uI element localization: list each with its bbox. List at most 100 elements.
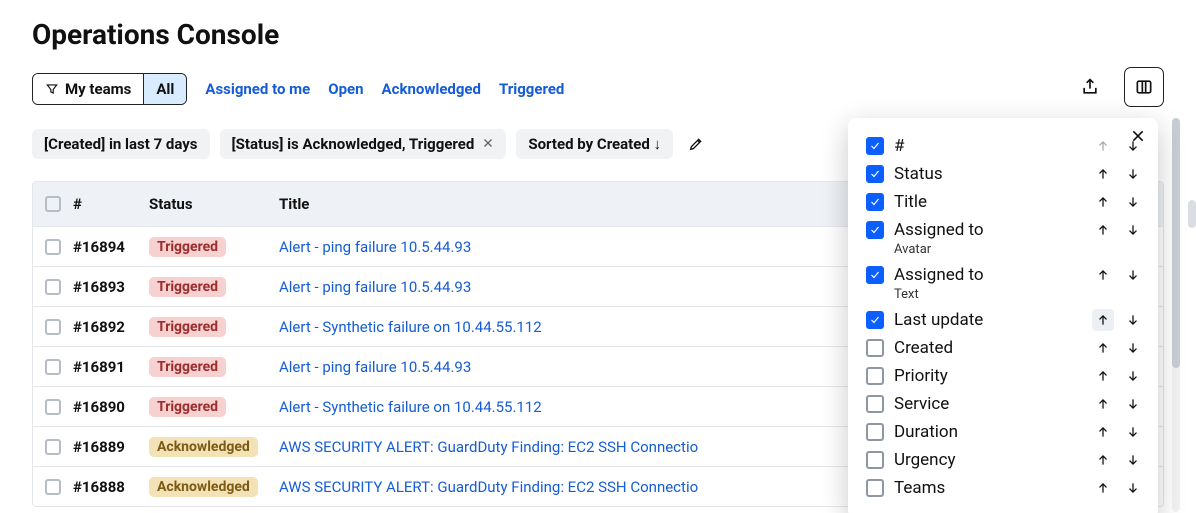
arrow-up-icon bbox=[1096, 195, 1110, 209]
move-up-button[interactable] bbox=[1092, 309, 1114, 331]
column-config-item: Created bbox=[866, 334, 1144, 362]
column-toggle-checkbox[interactable] bbox=[866, 339, 884, 357]
column-toggle-checkbox[interactable] bbox=[866, 395, 884, 413]
move-up-button[interactable] bbox=[1092, 365, 1114, 387]
header-num[interactable]: # bbox=[73, 195, 149, 213]
column-reorder-controls bbox=[1092, 191, 1144, 213]
filter-assigned-to-me[interactable]: Assigned to me bbox=[205, 80, 310, 98]
column-label: Created bbox=[894, 338, 1092, 358]
column-toggle-checkbox[interactable] bbox=[866, 367, 884, 385]
move-up-button[interactable] bbox=[1092, 337, 1114, 359]
arrow-down-icon bbox=[1126, 223, 1140, 237]
column-label: Title bbox=[894, 192, 1092, 212]
move-down-button[interactable] bbox=[1122, 309, 1144, 331]
column-toggle-checkbox[interactable] bbox=[866, 479, 884, 497]
arrow-down-icon bbox=[1126, 341, 1140, 355]
column-reorder-controls bbox=[1092, 365, 1144, 387]
check-icon bbox=[869, 168, 881, 180]
row-checkbox[interactable] bbox=[45, 359, 61, 375]
column-label: Last update bbox=[894, 310, 1092, 330]
arrow-up-icon bbox=[1096, 341, 1110, 355]
move-down-button[interactable] bbox=[1122, 337, 1144, 359]
status-badge: Triggered bbox=[149, 357, 226, 377]
move-down-button[interactable] bbox=[1122, 163, 1144, 185]
column-toggle-checkbox[interactable] bbox=[866, 165, 884, 183]
row-number: #16893 bbox=[73, 278, 149, 296]
arrow-up-icon bbox=[1096, 223, 1110, 237]
select-all-checkbox[interactable] bbox=[45, 196, 61, 212]
move-down-button[interactable] bbox=[1122, 477, 1144, 499]
move-down-button[interactable] bbox=[1122, 264, 1144, 286]
move-down-button[interactable] bbox=[1122, 191, 1144, 213]
move-up-button[interactable] bbox=[1092, 191, 1114, 213]
share-button[interactable] bbox=[1070, 67, 1110, 107]
incident-title-link[interactable]: AWS SECURITY ALERT: GuardDuty Finding: E… bbox=[279, 438, 698, 456]
scrollbar-thumb[interactable] bbox=[1172, 118, 1180, 368]
column-label: Teams bbox=[894, 478, 1092, 498]
incident-title-link[interactable]: AWS SECURITY ALERT: GuardDuty Finding: E… bbox=[279, 478, 698, 496]
move-down-button[interactable] bbox=[1122, 449, 1144, 471]
row-number: #16892 bbox=[73, 318, 149, 336]
row-checkbox[interactable] bbox=[45, 279, 61, 295]
arrow-down-icon bbox=[1126, 195, 1140, 209]
all-button[interactable]: All bbox=[143, 74, 186, 104]
column-reorder-controls bbox=[1092, 421, 1144, 443]
row-number: #16894 bbox=[73, 238, 149, 256]
columns-icon bbox=[1134, 77, 1154, 97]
column-toggle-checkbox[interactable] bbox=[866, 311, 884, 329]
row-checkbox[interactable] bbox=[45, 479, 61, 495]
column-reorder-controls bbox=[1092, 219, 1144, 241]
arrow-down-icon bbox=[1126, 268, 1140, 282]
move-up-button[interactable] bbox=[1092, 421, 1114, 443]
incident-title-link[interactable]: Alert - ping failure 10.5.44.93 bbox=[279, 238, 471, 256]
column-label: Status bbox=[894, 164, 1092, 184]
column-toggle-checkbox[interactable] bbox=[866, 137, 884, 155]
move-up-button[interactable] bbox=[1092, 449, 1114, 471]
my-teams-button[interactable]: My teams bbox=[33, 74, 143, 104]
page-scrollbar[interactable] bbox=[1188, 200, 1196, 228]
column-label: Assigned to bbox=[894, 265, 1092, 285]
row-checkbox[interactable] bbox=[45, 239, 61, 255]
incident-title-link[interactable]: Alert - Synthetic failure on 10.44.55.11… bbox=[279, 318, 542, 336]
popover-scrollbar[interactable] bbox=[1172, 118, 1180, 512]
popover-close-button[interactable] bbox=[1130, 128, 1146, 148]
column-toggle-checkbox[interactable] bbox=[866, 266, 884, 284]
status-badge: Triggered bbox=[149, 277, 226, 297]
header-status[interactable]: Status bbox=[149, 195, 279, 213]
column-config-item: Title bbox=[866, 188, 1144, 216]
filter-acknowledged[interactable]: Acknowledged bbox=[382, 80, 481, 98]
row-checkbox[interactable] bbox=[45, 319, 61, 335]
column-toggle-checkbox[interactable] bbox=[866, 423, 884, 441]
chip-sort[interactable]: Sorted by Created ↓ bbox=[516, 129, 673, 159]
row-checkbox[interactable] bbox=[45, 439, 61, 455]
chip-status[interactable]: [Status] is Acknowledged, Triggered bbox=[220, 129, 507, 159]
check-icon bbox=[869, 140, 881, 152]
chip-created[interactable]: [Created] in last 7 days bbox=[32, 129, 210, 159]
column-label: Service bbox=[894, 394, 1092, 414]
check-icon bbox=[869, 314, 881, 326]
move-up-button[interactable] bbox=[1092, 477, 1114, 499]
incident-title-link[interactable]: Alert - Synthetic failure on 10.44.55.11… bbox=[279, 398, 542, 416]
column-toggle-checkbox[interactable] bbox=[866, 451, 884, 469]
row-checkbox[interactable] bbox=[45, 399, 61, 415]
move-up-button[interactable] bbox=[1092, 163, 1114, 185]
move-up-button[interactable] bbox=[1092, 393, 1114, 415]
move-down-button[interactable] bbox=[1122, 219, 1144, 241]
column-toggle-checkbox[interactable] bbox=[866, 193, 884, 211]
arrow-down-icon bbox=[1126, 481, 1140, 495]
status-badge: Triggered bbox=[149, 317, 226, 337]
filter-open[interactable]: Open bbox=[328, 80, 363, 98]
move-down-button[interactable] bbox=[1122, 365, 1144, 387]
column-label: Assigned to bbox=[894, 220, 1092, 240]
incident-title-link[interactable]: Alert - ping failure 10.5.44.93 bbox=[279, 278, 471, 296]
incident-title-link[interactable]: Alert - ping failure 10.5.44.93 bbox=[279, 358, 471, 376]
move-down-button[interactable] bbox=[1122, 393, 1144, 415]
move-up-button[interactable] bbox=[1092, 219, 1114, 241]
edit-filters-button[interactable] bbox=[683, 131, 709, 157]
move-down-button[interactable] bbox=[1122, 421, 1144, 443]
move-up-button[interactable] bbox=[1092, 264, 1114, 286]
filter-triggered[interactable]: Triggered bbox=[499, 80, 564, 98]
columns-button[interactable] bbox=[1124, 67, 1164, 107]
chip-status-close[interactable] bbox=[482, 135, 494, 153]
column-toggle-checkbox[interactable] bbox=[866, 221, 884, 239]
